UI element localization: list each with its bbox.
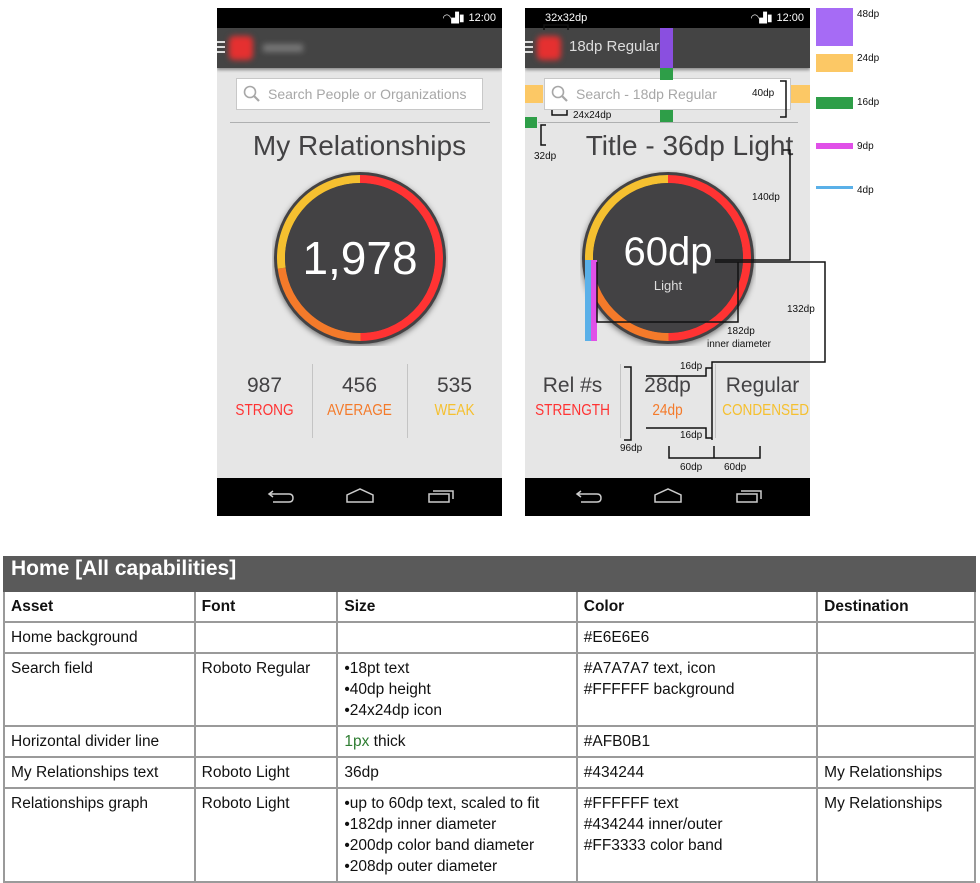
- table-title: Home [All capabilities]: [3, 556, 976, 592]
- annotation-inner-diameter-sub: inner diameter: [707, 339, 771, 350]
- cell-font: Roboto Regular: [193, 652, 339, 727]
- cell-color: #E6E6E6: [575, 621, 819, 654]
- annotation-title-gap: 32dp: [534, 151, 557, 162]
- column-header: Size: [336, 590, 578, 623]
- cell-size: [336, 621, 578, 654]
- legend-swatch-16dp: [816, 97, 853, 109]
- annotation-ring-to-stats: 132dp: [787, 304, 815, 315]
- column-header: Asset: [3, 590, 196, 623]
- cell-size: •18pt text •40dp height •24x24dp icon: [336, 652, 578, 727]
- size-line: •18pt text: [344, 660, 410, 677]
- table-row: Horizontal divider line 1px thick #AFB0B…: [3, 725, 976, 758]
- color-line: #434244 inner/outer: [583, 816, 723, 833]
- column-header: Color: [575, 590, 819, 623]
- cell-color: #A7A7A7 text, icon #FFFFFF background: [575, 652, 819, 727]
- annotation-col1: 60dp: [680, 462, 703, 473]
- annotation-gap-bottom: 16dp: [680, 430, 703, 441]
- cell-asset: Search field: [3, 652, 196, 727]
- cell-color: #AFB0B1: [575, 725, 819, 758]
- legend-swatch-9dp: [816, 143, 853, 149]
- annotation-icon-size: 24x24dp: [573, 110, 612, 121]
- cell-font: Roboto Light: [193, 787, 339, 883]
- table-row: Home background #E6E6E6: [3, 621, 976, 654]
- annotation-stats-height: 96dp: [620, 443, 643, 454]
- cell-asset: Horizontal divider line: [3, 725, 196, 758]
- size-line: •40dp height: [344, 681, 431, 698]
- table-row: Search field Roboto Regular •18pt text •4…: [3, 652, 976, 727]
- cell-size: •up to 60dp text, scaled to fit •182dp in…: [336, 787, 578, 883]
- legend-swatch-48dp: [816, 8, 853, 46]
- size-line: •200dp color band diameter: [344, 837, 535, 854]
- cell-destination: My Relationships: [816, 756, 976, 789]
- cell-font: Roboto Light: [193, 756, 339, 789]
- color-line: #FFFFFF text: [583, 795, 679, 812]
- legend-swatch-24dp: [816, 54, 853, 72]
- column-header: Destination: [816, 590, 976, 623]
- legend-label: 16dp: [857, 97, 880, 108]
- cell-size: 1px thick: [336, 725, 578, 758]
- size-number: 1: [344, 733, 353, 750]
- size-line: •182dp inner diameter: [344, 816, 497, 833]
- cell-size: 36dp: [336, 756, 578, 789]
- color-line: #FF3333 color band: [583, 837, 723, 854]
- table-header-row: Asset Font Size Color Destination: [3, 590, 976, 623]
- table-row: My Relationships text Roboto Light 36dp …: [3, 756, 976, 789]
- color-line: #FFFFFF background: [583, 681, 735, 698]
- cell-destination: [816, 725, 976, 758]
- cell-color: #FFFFFF text #434244 inner/outer #FF3333 c…: [575, 787, 819, 883]
- table-row: Relationships graph Roboto Light •up to …: [3, 787, 976, 883]
- legend-swatch-4dp: [816, 186, 853, 189]
- legend-label: 48dp: [857, 9, 880, 20]
- cell-asset: My Relationships text: [3, 756, 196, 789]
- annotation-inner-diameter: 182dp: [727, 326, 755, 337]
- size-line: •208dp outer diameter: [344, 858, 498, 875]
- legend-label: 4dp: [857, 185, 874, 196]
- cell-color: #434244: [575, 756, 819, 789]
- size-line: •up to 60dp text, scaled to fit: [344, 795, 540, 812]
- dimension-lines: [540, 24, 826, 459]
- cell-asset: Home background: [3, 621, 196, 654]
- cell-destination: My Relationships: [816, 787, 976, 883]
- legend-label: 24dp: [857, 53, 880, 64]
- cell-font: [193, 621, 339, 654]
- cell-font: [193, 725, 339, 758]
- cell-asset: Relationships graph: [3, 787, 196, 883]
- legend-label: 9dp: [857, 141, 874, 152]
- size-text: thick: [369, 733, 406, 750]
- annotation-title-to-ring: 140dp: [752, 192, 780, 203]
- cell-destination: [816, 621, 976, 654]
- column-header: Font: [193, 590, 339, 623]
- annotation-search-height: 40dp: [752, 88, 775, 99]
- color-line: #A7A7A7 text, icon: [583, 660, 716, 677]
- size-unit: px: [353, 733, 370, 750]
- annotation-col2: 60dp: [724, 462, 747, 473]
- cell-destination: [816, 652, 976, 727]
- annotation-logo-size: 32x32dp: [545, 12, 588, 24]
- annotation-gap-top: 16dp: [680, 361, 703, 372]
- spec-table: Home [All capabilities] Asset Font Size …: [3, 556, 976, 883]
- size-line: •24x24dp icon: [344, 702, 443, 719]
